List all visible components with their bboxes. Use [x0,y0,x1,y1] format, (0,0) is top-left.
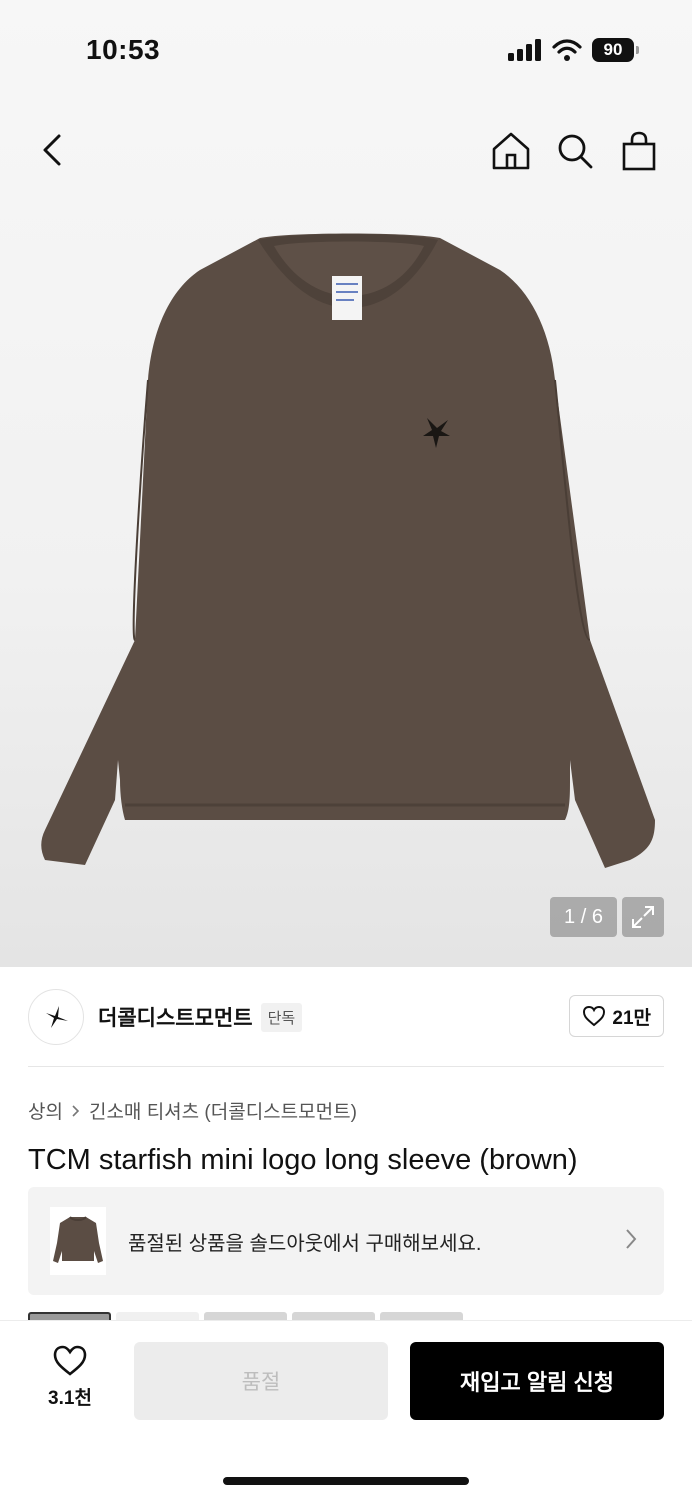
home-indicator [223,1477,469,1485]
home-button[interactable] [488,128,534,174]
status-bar: 10:53 90 [0,0,692,100]
status-indicators: 90 [508,38,639,62]
bottom-action-bar: 3.1천 품절 재입고 알림 신청 [0,1320,692,1500]
search-button[interactable] [552,128,598,174]
wishlist-button[interactable]: 3.1천 [30,1345,110,1415]
brand-logo[interactable] [28,989,84,1045]
shirt-thumbnail-icon [53,1216,103,1263]
battery-indicator: 90 [592,38,639,62]
wishlist-count: 3.1천 [48,1388,92,1409]
divider [28,1066,664,1067]
brand-row: 더콜디스트모먼트 단독 21만 [28,988,664,1046]
status-time: 10:53 [86,34,161,65]
exclusive-badge: 단독 [260,1002,303,1032]
back-button[interactable] [30,128,74,172]
brand-like-button[interactable]: 21만 [569,995,664,1037]
product-title: TCM starfish mini logo long sleeve (brow… [28,1144,578,1176]
image-counter: 1 / 6 [550,897,617,937]
chevron-right-icon [626,1229,637,1249]
home-icon [492,132,530,170]
back-icon [43,134,61,166]
chevron-right-icon [72,1104,80,1117]
soldout-thumbnail [50,1207,106,1275]
search-icon [558,134,593,169]
bag-icon [622,131,656,171]
cart-button[interactable] [616,128,662,174]
signal-icon [508,39,541,61]
expand-icon [632,906,654,928]
top-nav-actions [488,128,662,174]
soldout-banner-text: 품절된 상품을 솔드아웃에서 구매해보세요. [128,1232,482,1255]
product-image [41,233,655,868]
breadcrumb-category[interactable]: 상의 [28,1097,63,1124]
restock-alert-button[interactable]: 재입고 알림 신청 [410,1342,664,1420]
starfish-icon [46,1006,68,1028]
brand-like-count: 21만 [612,1007,651,1029]
breadcrumb-subcategory[interactable]: 긴소매 티셔츠 (더콜디스트모먼트) [89,1097,357,1124]
heart-icon [53,1345,87,1376]
soldout-button[interactable]: 품절 [134,1342,388,1420]
expand-image-button[interactable] [622,897,664,937]
soldout-banner[interactable]: 품절된 상품을 솔드아웃에서 구매해보세요. [28,1187,664,1295]
brand-name[interactable]: 더콜디스트모먼트 [98,1002,253,1032]
wifi-icon [552,39,582,61]
breadcrumb: 상의 긴소매 티셔츠 (더콜디스트모먼트) [28,1097,357,1124]
heart-icon [583,1005,606,1027]
